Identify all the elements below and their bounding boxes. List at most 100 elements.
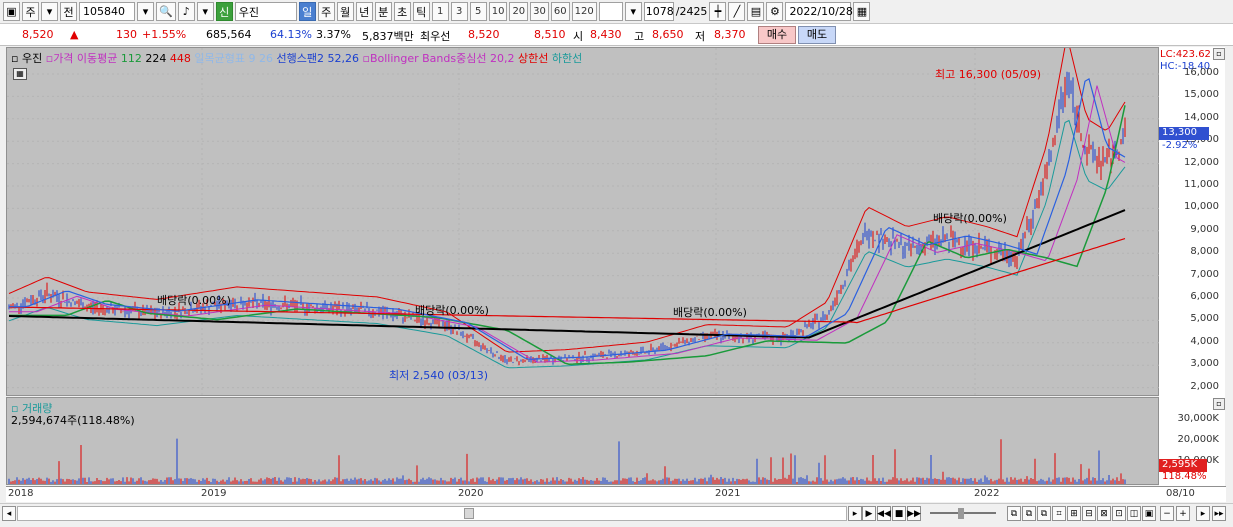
- legend-ichimoku[interactable]: 일목균형표 9 26: [194, 52, 273, 65]
- candle-type-icon[interactable]: ┿: [709, 2, 727, 21]
- price-tick: 7,000: [1190, 268, 1219, 280]
- interval-5[interactable]: 5: [469, 2, 487, 21]
- price-tick: 2,000: [1190, 380, 1219, 392]
- stock-code-input[interactable]: 105840: [79, 2, 135, 21]
- minimize-icon[interactable]: ▫: [1213, 48, 1225, 60]
- turnover-rate: 3.37%: [316, 28, 351, 41]
- volume-chart[interactable]: ▫ 거래량 2,594,674주(118.48%): [6, 397, 1159, 485]
- price-tick: 3,000: [1190, 358, 1219, 370]
- scroll-right-icon[interactable]: ▸: [848, 506, 862, 521]
- x-label-2022: 2022: [974, 488, 1000, 499]
- play-icon[interactable]: ▶: [862, 506, 876, 521]
- zoom-in-icon[interactable]: +: [1176, 506, 1190, 521]
- legend-bollinger[interactable]: Bollinger Bands중심선 20,2: [370, 52, 515, 65]
- legend-span2: 선행스팬2 52,26: [276, 52, 359, 65]
- interval-custom-input[interactable]: [598, 2, 623, 21]
- draw-tool-icon[interactable]: ╱: [728, 2, 746, 21]
- zoom-slider-thumb[interactable]: [958, 508, 964, 519]
- legend-stock-name: 우진: [21, 52, 43, 65]
- low-label: 저: [695, 30, 706, 43]
- price-tick: 15,000: [1184, 89, 1219, 101]
- sound-icon[interactable]: ♪: [177, 2, 195, 21]
- low-price: 8,370: [714, 28, 746, 41]
- price-tick: 12,000: [1184, 156, 1219, 168]
- time-axis: 2018 2019 2020 2021 2022 08/10: [6, 486, 1226, 502]
- toolbar-icon[interactable]: ⧉: [1037, 506, 1051, 521]
- period-week[interactable]: 주: [317, 2, 335, 21]
- volume-chart-canvas: [8, 438, 1126, 484]
- rewind-icon[interactable]: ◀◀: [877, 506, 891, 521]
- new-badge: 신: [215, 2, 233, 21]
- change-rate: +1.55%: [142, 28, 187, 41]
- toolbar-icon[interactable]: ⌗: [1052, 506, 1066, 521]
- zoom-out-icon[interactable]: −: [1160, 506, 1174, 521]
- search-icon[interactable]: 🔍: [156, 2, 176, 21]
- calendar-icon[interactable]: ▦: [853, 2, 871, 21]
- scroll-end-icon[interactable]: ▸: [1196, 506, 1210, 521]
- buy-button[interactable]: 매수: [758, 26, 796, 44]
- code-dropdown-icon[interactable]: ▾: [137, 2, 154, 21]
- scroll-end2-icon[interactable]: ▸▸: [1212, 506, 1226, 521]
- gear-icon[interactable]: ⚙: [766, 2, 784, 21]
- price-change: 130: [116, 28, 137, 41]
- scroll-bar[interactable]: ◂ ▸ ▶ ◀◀ ■ ▶▶ ⧉ ⧉ ⧉ ⌗ ⊞ ⊟ ⊠ ⊡ ◫ ▣ − + ▸ …: [0, 503, 1233, 523]
- scope-select[interactable]: 전: [60, 2, 77, 21]
- toolbar-icon[interactable]: ⧉: [1007, 506, 1021, 521]
- scroll-left-icon[interactable]: ◂: [2, 506, 16, 521]
- legend-ma112: 112: [120, 52, 142, 65]
- interval-30[interactable]: 30: [530, 2, 549, 21]
- period-minute[interactable]: 분: [374, 2, 392, 21]
- toolbar-icon[interactable]: ◫: [1127, 506, 1141, 521]
- chart-legend: ▫ 우진 ▫ 가격 이동평균 112 224 448 일목균형표 9 26 선행스…: [11, 50, 582, 66]
- sell-button[interactable]: 매도: [798, 26, 836, 44]
- high-price: 8,650: [652, 28, 684, 41]
- price-tick: 9,000: [1190, 223, 1219, 235]
- date-input[interactable]: 2022/10/28: [785, 2, 853, 21]
- x-label-2020: 2020: [458, 488, 484, 499]
- interval-1[interactable]: 1: [431, 2, 449, 21]
- toolbar-icon[interactable]: ⧉: [1022, 506, 1036, 521]
- stop-icon[interactable]: ■: [892, 506, 906, 521]
- period-second[interactable]: 초: [393, 2, 411, 21]
- interval-120[interactable]: 120: [571, 2, 597, 21]
- grid-table-icon[interactable]: ▦: [13, 68, 27, 80]
- stock-name-field[interactable]: 우진: [234, 2, 297, 21]
- bar-count-input[interactable]: 1078: [643, 2, 674, 21]
- scroll-track[interactable]: [17, 506, 847, 521]
- period-tick[interactable]: 틱: [412, 2, 430, 21]
- interval-60[interactable]: 60: [550, 2, 570, 21]
- minimize-icon[interactable]: ▫: [1213, 398, 1225, 410]
- interval-3[interactable]: 3: [450, 2, 468, 21]
- interval-20[interactable]: 20: [509, 2, 529, 21]
- lc-label: LC:423.62: [1160, 49, 1211, 60]
- interval-dropdown-icon[interactable]: ▾: [624, 2, 642, 21]
- scroll-thumb[interactable]: [464, 508, 474, 519]
- volume-value: 685,564: [206, 28, 252, 41]
- period-day[interactable]: 일: [298, 2, 316, 21]
- interval-10[interactable]: 10: [488, 2, 508, 21]
- toolbar-icon[interactable]: ⊟: [1082, 506, 1096, 521]
- chart-menu-icon[interactable]: ▣: [3, 2, 20, 21]
- toolbar-icon[interactable]: ⊞: [1067, 506, 1081, 521]
- legend-ma[interactable]: 가격 이동평균: [53, 52, 117, 65]
- legend-ma448: 448: [169, 52, 191, 65]
- toolbar-icon[interactable]: ⊠: [1097, 506, 1111, 521]
- forward-icon[interactable]: ▶▶: [907, 506, 921, 521]
- market-type-dropdown-icon[interactable]: ▾: [41, 2, 58, 21]
- best-bid-2: 8,510: [534, 28, 566, 41]
- volume-tick: 30,000K: [1177, 413, 1219, 424]
- arrow-dropdown-icon[interactable]: ▾: [196, 2, 214, 21]
- period-month[interactable]: 월: [336, 2, 354, 21]
- quote-bar: 8,520 ▲ 130 +1.55% 685,564 64.13% 3.37% …: [0, 24, 1233, 46]
- toolbar-icon[interactable]: ▣: [1142, 506, 1156, 521]
- price-tick: 4,000: [1190, 335, 1219, 347]
- price-chart[interactable]: ▫ 우진 ▫ 가격 이동평균 112 224 448 일목균형표 9 26 선행스…: [6, 47, 1160, 397]
- current-price: 8,520: [22, 28, 54, 41]
- price-tick: 6,000: [1190, 291, 1219, 302]
- period-year[interactable]: 년: [355, 2, 373, 21]
- market-type-select[interactable]: 주: [22, 2, 39, 21]
- save-icon[interactable]: ▤: [747, 2, 765, 21]
- toolbar-icon[interactable]: ⊡: [1112, 506, 1126, 521]
- current-rate-label: -2.92%: [1162, 140, 1198, 151]
- high-annotation: 최고 16,300 (05/09): [935, 68, 1042, 81]
